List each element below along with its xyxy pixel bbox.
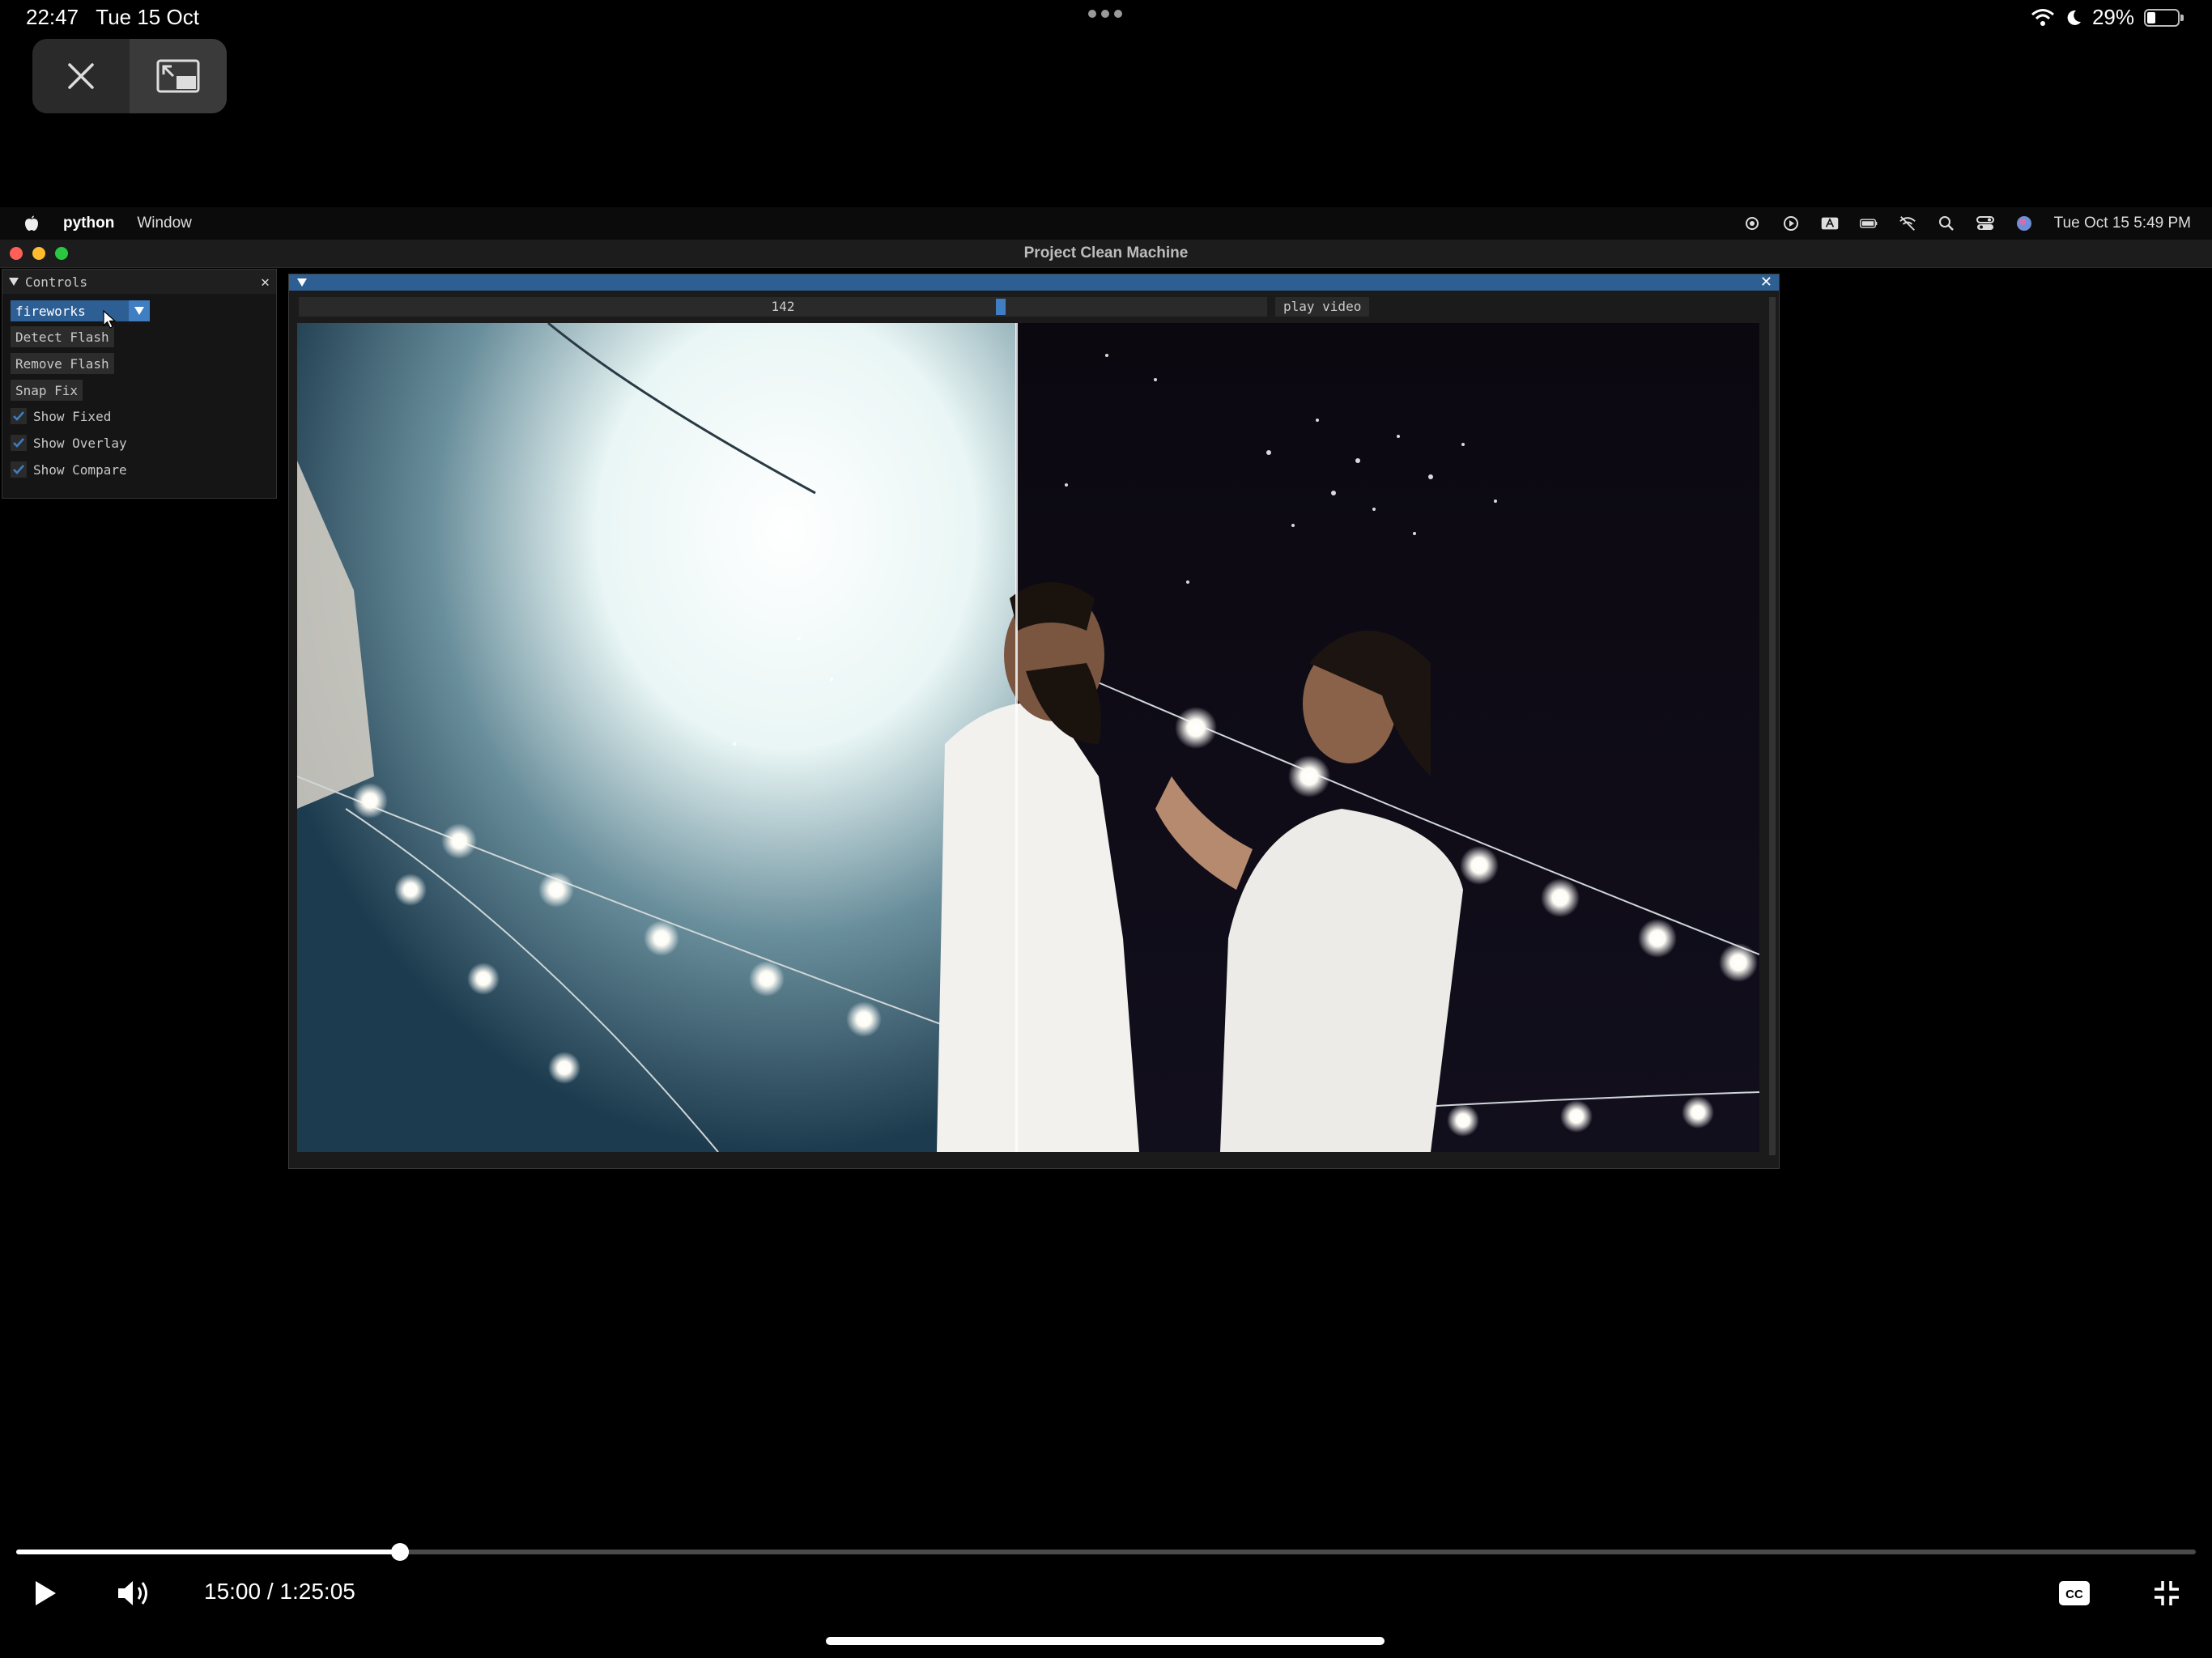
pip-controls: [32, 39, 227, 113]
frame-number: 142: [771, 299, 795, 314]
captions-button[interactable]: CC: [2055, 1574, 2094, 1613]
viewer-titlebar[interactable]: ✕: [289, 274, 1779, 291]
app-window: Project Clean Machine Controls ✕ firewor…: [0, 240, 2212, 1452]
picture-in-picture-exit-icon: [156, 59, 200, 93]
preset-value: fireworks: [15, 303, 86, 319]
play-button[interactable]: [26, 1574, 65, 1613]
menu-app-python[interactable]: python: [63, 215, 114, 232]
play-icon: [36, 1581, 56, 1605]
status-clock: 22:47: [26, 5, 79, 29]
checkmark-icon: [11, 435, 27, 451]
close-pip-button[interactable]: [32, 39, 130, 113]
show-fixed-label: Show Fixed: [33, 408, 112, 424]
video-compare-image: [297, 323, 1759, 1152]
preset-dropdown[interactable]: fireworks: [11, 300, 150, 321]
collapse-triangle-icon[interactable]: [297, 278, 307, 287]
battery-menu-icon[interactable]: [1859, 215, 1878, 232]
checkmark-icon: [11, 408, 27, 424]
control-center-icon[interactable]: [1976, 215, 1994, 232]
closed-captions-icon: CC: [2059, 1581, 2090, 1605]
exit-fullscreen-icon: [2155, 1581, 2179, 1605]
show-overlay-label: Show Overlay: [33, 435, 127, 451]
play-circle-icon[interactable]: [1782, 215, 1800, 232]
moon-icon: [2067, 10, 2081, 25]
video-viewer-window: ✕ 142 play video: [288, 274, 1780, 1169]
multitasking-dots-icon[interactable]: [1088, 10, 1122, 18]
detect-flash-button[interactable]: Detect Flash: [11, 326, 114, 347]
menu-bar-clock[interactable]: Tue Oct 15 5:49 PM: [2054, 215, 2191, 232]
window-titlebar[interactable]: Project Clean Machine: [0, 240, 2212, 268]
frame-slider[interactable]: 142: [299, 297, 1267, 317]
show-compare-label: Show Compare: [33, 461, 127, 478]
spotlight-search-icon[interactable]: [1938, 215, 1955, 232]
play-video-button[interactable]: play video: [1275, 297, 1370, 317]
show-overlay-checkbox[interactable]: Show Overlay: [11, 432, 127, 453]
wifi-icon: [2031, 8, 2054, 26]
wifi-off-icon[interactable]: [1899, 215, 1916, 232]
status-indicators: 29%: [2031, 5, 2184, 30]
snap-fix-button[interactable]: Snap Fix: [11, 380, 83, 401]
current-time: 15:00: [204, 1579, 262, 1604]
status-bar: 22:47 Tue 15 Oct 29%: [0, 0, 2212, 39]
menu-window[interactable]: Window: [137, 215, 192, 232]
time-separator: /: [266, 1579, 274, 1604]
screen-record-icon[interactable]: [1743, 215, 1761, 232]
window-title: Project Clean Machine: [1023, 244, 1189, 261]
svg-text:CC: CC: [2065, 1588, 2083, 1601]
playback-progress-bar[interactable]: [16, 1543, 2196, 1561]
remove-flash-button[interactable]: Remove Flash: [11, 353, 114, 374]
total-duration: 1:25:05: [279, 1579, 355, 1604]
mouse-cursor-icon: [103, 310, 117, 329]
show-compare-checkbox[interactable]: Show Compare: [11, 459, 127, 480]
checkmark-icon: [11, 461, 27, 478]
battery-icon: [2144, 8, 2184, 27]
video-frame[interactable]: python Window Tue Oct 15 5:49 PM Project…: [0, 207, 2212, 1452]
time-display: 15:00 / 1:25:05: [204, 1579, 355, 1605]
controls-title: Controls: [25, 274, 88, 290]
siri-icon[interactable]: [2015, 215, 2033, 232]
player-controls: 15:00 / 1:25:05 CC: [0, 1567, 2212, 1616]
controls-close-icon[interactable]: ✕: [261, 274, 270, 291]
status-time: 22:47 Tue 15 Oct: [26, 5, 199, 30]
restore-pip-button[interactable]: [130, 39, 227, 113]
viewer-close-icon[interactable]: ✕: [1760, 274, 1772, 291]
show-fixed-checkbox[interactable]: Show Fixed: [11, 406, 111, 427]
wedding-fireworks-image: [297, 323, 1759, 1152]
apple-logo-icon: [25, 215, 38, 231]
battery-percent: 29%: [2091, 5, 2134, 29]
volume-button[interactable]: [115, 1574, 154, 1613]
controls-panel: Controls ✕ fireworks Detect Flash Remove…: [2, 269, 277, 499]
home-indicator[interactable]: [826, 1637, 1385, 1645]
controls-header[interactable]: Controls ✕: [2, 270, 276, 294]
input-source-icon[interactable]: [1821, 215, 1839, 232]
mac-menu-bar: python Window Tue Oct 15 5:49 PM: [0, 207, 2212, 240]
exit-fullscreen-button[interactable]: [2147, 1574, 2186, 1613]
collapse-triangle-icon[interactable]: [9, 278, 19, 286]
scrubber-handle[interactable]: [390, 1543, 409, 1561]
chevron-down-icon[interactable]: [129, 300, 150, 321]
viewer-scrollbar[interactable]: [1769, 297, 1776, 1155]
close-icon: [68, 63, 94, 89]
status-date: Tue 15 Oct: [96, 5, 199, 29]
progress-played: [16, 1550, 400, 1554]
volume-icon: [118, 1581, 147, 1605]
menu-bar-extras: Tue Oct 15 5:49 PM: [1743, 207, 2191, 240]
